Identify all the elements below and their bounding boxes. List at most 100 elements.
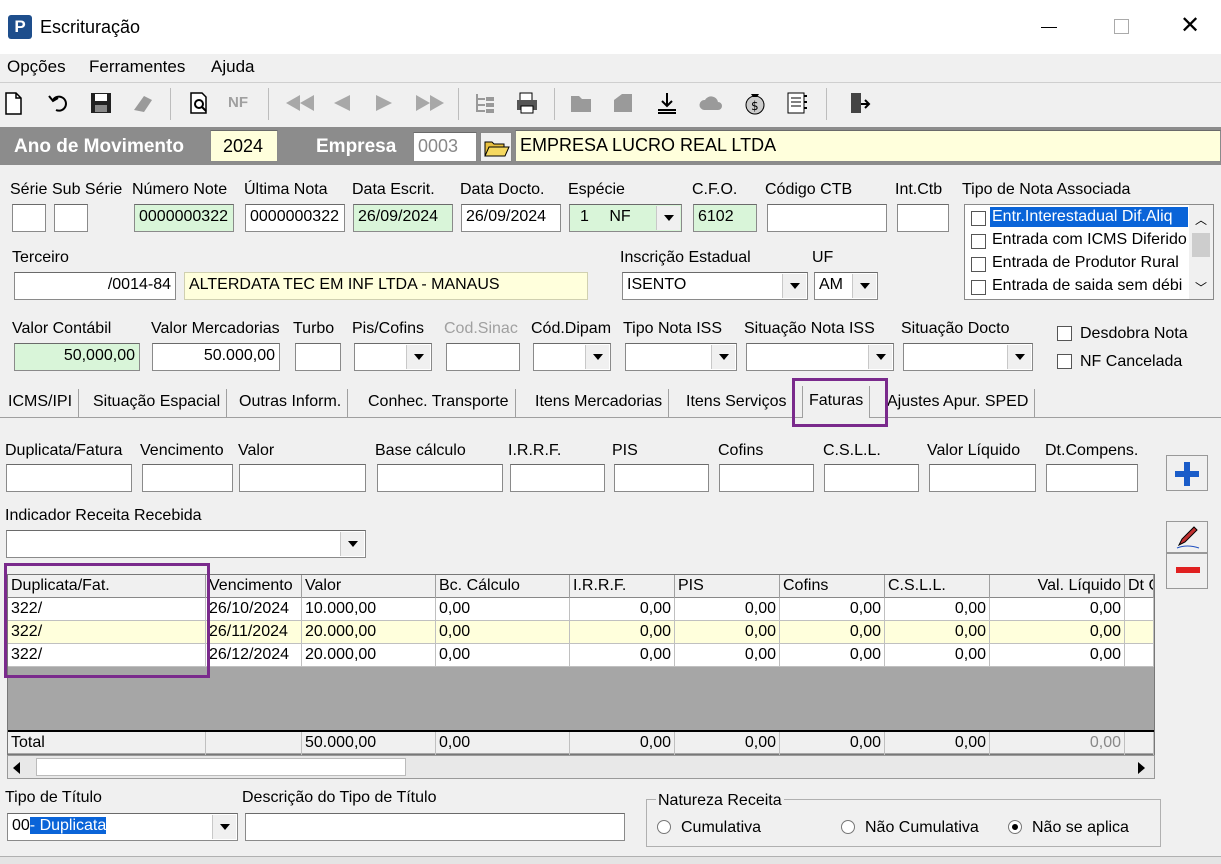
desc-titulo-field[interactable] [245,813,625,841]
column-header[interactable]: Bc. Cálculo [436,575,570,598]
scroll-left-icon[interactable] [13,762,20,774]
column-header[interactable]: Vencimento [206,575,302,598]
valor-mercadorias-field[interactable]: 50.000,00 [152,343,280,371]
chevron-down-icon[interactable] [656,206,680,230]
menu-opcoes[interactable]: Opções [7,57,66,77]
duplicata-field[interactable] [6,464,132,492]
scrollbar-thumb[interactable] [1192,233,1210,257]
menu-ferramentes[interactable]: Ferramentes [89,57,185,77]
maximize-icon[interactable] [1114,19,1129,34]
valor-field[interactable] [239,464,366,492]
cofins-field[interactable] [719,464,814,492]
radio-cumulativa[interactable] [657,820,671,834]
chevron-up-icon[interactable]: ︿ [1195,211,1207,228]
money-bag-icon[interactable]: $ [742,90,768,116]
cancelada-checkbox[interactable] [1057,354,1072,369]
edit-button[interactable] [1166,521,1208,553]
list-item[interactable]: Entrada de saida sem débi [969,276,1187,298]
tab-outras-inform[interactable]: Outras Inform. [233,389,349,417]
chevron-down-icon[interactable]: ﹀ [1195,279,1207,296]
column-header[interactable]: Valor [302,575,436,598]
tab-icms-ipi[interactable]: ICMS/IPI [2,389,80,417]
tab-itens-servicos[interactable]: Itens Serviços [680,389,794,417]
cod-dipam-select[interactable] [533,343,611,371]
undo-icon[interactable] [46,90,72,116]
exit-door-icon[interactable] [846,90,872,116]
radio-nao-cumulativa[interactable] [841,820,855,834]
column-header[interactable]: PIS [675,575,780,598]
uf-select[interactable]: AM [814,272,878,300]
base-calculo-field[interactable] [377,464,503,492]
grid-hscrollbar[interactable] [7,755,1155,779]
chevron-down-icon[interactable] [212,815,236,839]
chevron-down-icon[interactable] [711,345,735,369]
checkbox[interactable] [971,211,986,226]
ledger-icon[interactable] [784,90,810,116]
tipo-nota-listbox[interactable]: Entr.Interestadual Dif.Aliq Entrada com … [964,204,1214,300]
dt-compens-field[interactable] [1046,464,1138,492]
column-header[interactable]: Val. Líquido [990,575,1125,598]
scroll-right-icon[interactable] [1138,762,1145,774]
list-item[interactable]: Entrada de Produtor Rural [969,253,1187,275]
tab-itens-mercadorias[interactable]: Itens Mercadorias [529,389,670,417]
situacao-docto-select[interactable] [903,343,1033,371]
indicador-select[interactable] [6,530,366,558]
radio-nao-se-aplica[interactable] [1008,820,1022,834]
int-ctb-field[interactable] [897,204,949,232]
column-header[interactable]: I.R.R.F. [570,575,675,598]
pis-cofins-select[interactable] [354,343,432,371]
serie-field[interactable] [12,204,46,232]
list-item[interactable]: Entrada com ICMS Diferido [969,230,1187,252]
column-header[interactable]: C.S.L.L. [885,575,990,598]
checkbox[interactable] [971,257,986,272]
checkbox[interactable] [971,234,986,249]
remove-button[interactable] [1166,553,1208,589]
csll-field[interactable] [824,464,919,492]
chevron-down-icon[interactable] [340,532,364,556]
valor-contabil-field[interactable]: 50,000,00 [14,343,140,371]
column-header[interactable]: Cofins [780,575,885,598]
checkbox[interactable] [971,280,986,295]
vencimento-field[interactable] [142,464,233,492]
chevron-down-icon[interactable] [406,345,430,369]
menu-ajuda[interactable]: Ajuda [211,57,254,77]
irrf-field[interactable] [510,464,605,492]
download-icon[interactable] [654,90,680,116]
ano-field[interactable]: 2024 [210,130,278,162]
data-escrit-field[interactable]: 26/09/2024 [353,204,453,232]
list-item[interactable]: Entr.Interestadual Dif.Aliq [969,207,1188,229]
pis-field[interactable] [614,464,709,492]
cfo-field[interactable]: 6102 [693,204,757,232]
minimize-icon[interactable] [1041,27,1057,28]
terceiro-cnpj-field[interactable]: /0014-84 [14,272,176,300]
add-button[interactable] [1166,455,1208,491]
open-folder-icon[interactable] [480,132,512,162]
new-document-icon[interactable] [0,90,26,116]
save-icon[interactable] [88,90,114,116]
preview-icon[interactable] [186,90,212,116]
scrollbar-thumb[interactable] [36,758,406,776]
chevron-down-icon[interactable] [782,274,806,298]
turbo-field[interactable] [295,343,341,371]
tab-conhec-transporte[interactable]: Conhec. Transporte [362,389,516,417]
tab-situacao-espacial[interactable]: Situação Espacial [87,389,228,417]
tipo-iss-select[interactable] [625,343,737,371]
chevron-down-icon[interactable] [585,345,609,369]
print-icon[interactable] [514,90,540,116]
situacao-iss-select[interactable] [746,343,894,371]
listbox-scrollbar[interactable]: ︿ ﹀ [1189,205,1213,299]
valor-liquido-field[interactable] [929,464,1036,492]
chevron-down-icon[interactable] [852,274,876,298]
close-icon[interactable]: ✕ [1180,14,1200,38]
tipo-titulo-select[interactable]: 00- Duplicata [7,813,238,841]
data-docto-field[interactable]: 26/09/2024 [461,204,561,232]
ie-select[interactable]: ISENTO [622,272,808,300]
chevron-down-icon[interactable] [1007,345,1031,369]
numero-field[interactable]: 0000000322 [134,204,234,232]
codigo-ctb-field[interactable] [767,204,887,232]
empresa-code-field[interactable]: 0003 [413,132,477,162]
subserie-field[interactable] [54,204,88,232]
column-header[interactable]: Dt C [1125,575,1154,598]
desdobra-checkbox[interactable] [1057,326,1072,341]
especie-select[interactable]: 1 NF [569,204,682,232]
